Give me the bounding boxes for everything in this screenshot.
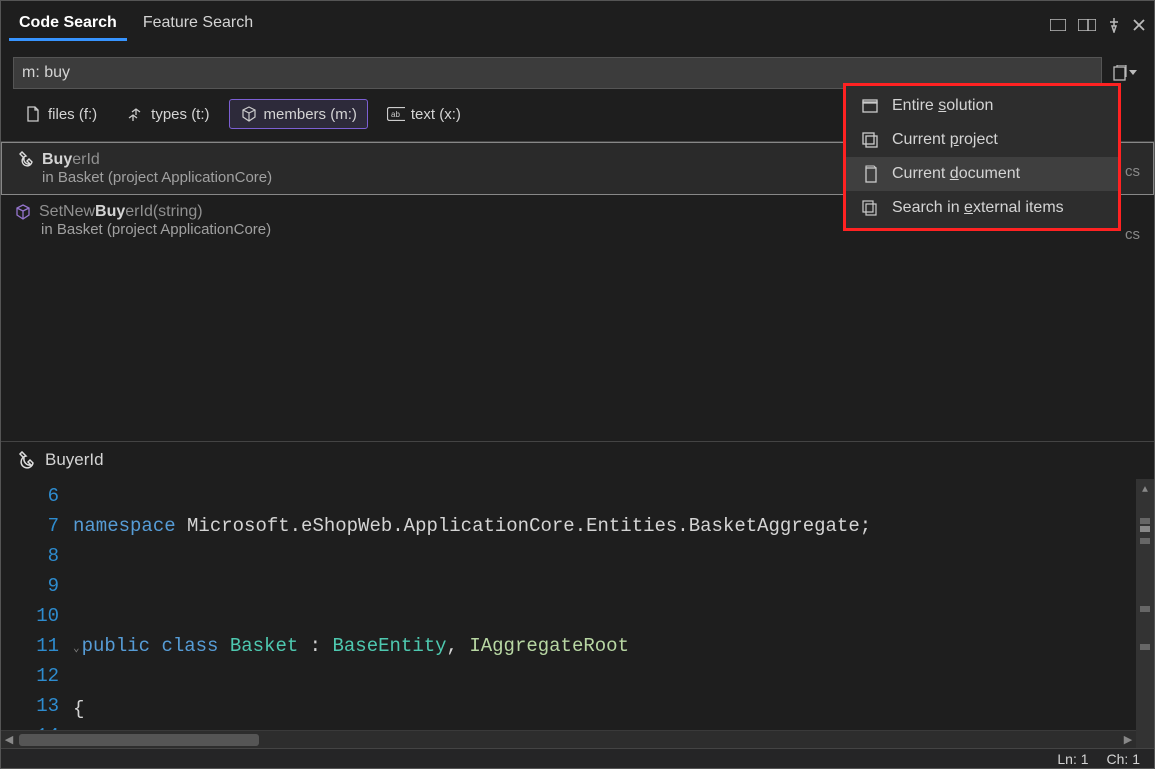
status-line: Ln: 1: [1057, 751, 1088, 767]
code-gutter: 6 7 8 9 10 11 12 13 14: [1, 479, 73, 748]
scope-dropdown: Entire solution Current project Current …: [843, 83, 1121, 231]
close-icon[interactable]: [1132, 16, 1146, 33]
members-icon: [240, 105, 258, 123]
code-lines: namespace Microsoft.eShopWeb.Application…: [73, 479, 894, 748]
cube-icon: [15, 203, 31, 221]
solution-icon: [860, 99, 880, 113]
filter-types-label: types (t:): [151, 106, 209, 123]
tab-code-search[interactable]: Code Search: [9, 8, 127, 41]
result-extension: cs: [1125, 226, 1140, 243]
scroll-right-icon[interactable]: ▶: [1120, 733, 1136, 746]
wrench-icon: [16, 151, 34, 169]
dock-side-icon[interactable]: [1078, 16, 1096, 33]
scope-entire-solution[interactable]: Entire solution: [846, 89, 1118, 123]
window-controls: [1050, 15, 1146, 32]
scope-current-project[interactable]: Current project: [846, 123, 1118, 157]
preview-header: BuyerId: [1, 442, 1154, 479]
filter-members-label: members (m:): [264, 106, 357, 123]
scope-label: Current document: [892, 165, 1020, 183]
filter-files-label: files (f:): [48, 106, 97, 123]
tab-bar: Code Search Feature Search: [1, 1, 1154, 43]
scope-label: Search in external items: [892, 199, 1064, 217]
preview-title: BuyerId: [45, 450, 104, 470]
filter-types[interactable]: types (t:): [116, 99, 220, 129]
overview-ruler[interactable]: ▲: [1136, 479, 1154, 748]
filter-text[interactable]: ab text (x:): [376, 99, 472, 129]
pin-icon[interactable]: [1108, 15, 1120, 32]
filter-text-label: text (x:): [411, 106, 461, 123]
scope-label: Current project: [892, 131, 998, 149]
svg-text:ab: ab: [391, 110, 400, 119]
document-icon: [860, 165, 880, 183]
result-extension: cs: [1125, 163, 1140, 180]
file-icon: [24, 105, 42, 123]
filter-members[interactable]: members (m:): [229, 99, 368, 129]
result-title: SetNewBuyerId(string): [39, 203, 203, 221]
project-icon: [860, 132, 880, 148]
preview-panel: BuyerId 6 7 8 9 10 11 12 13 14 namespace…: [1, 441, 1154, 748]
tab-feature-search[interactable]: Feature Search: [133, 8, 263, 41]
wrench-icon: [15, 450, 35, 471]
scroll-thumb[interactable]: [19, 734, 259, 746]
type-icon: [127, 105, 145, 123]
text-icon: ab: [387, 105, 405, 123]
scope-current-document[interactable]: Current document: [846, 157, 1118, 191]
horizontal-scrollbar[interactable]: ◀ ▶: [1, 730, 1136, 748]
status-bar: Ln: 1 Ch: 1: [1, 748, 1154, 768]
scope-external-items[interactable]: Search in external items: [846, 191, 1118, 225]
external-icon: [860, 200, 880, 216]
status-char: Ch: 1: [1107, 751, 1140, 767]
scope-label: Entire solution: [892, 97, 993, 115]
filter-files[interactable]: files (f:): [13, 99, 108, 129]
code-editor[interactable]: 6 7 8 9 10 11 12 13 14 namespace Microso…: [1, 479, 1154, 748]
dock-alone-icon[interactable]: [1050, 16, 1066, 33]
scroll-left-icon[interactable]: ◀: [1, 733, 17, 746]
result-title: BuyerId: [42, 151, 100, 169]
